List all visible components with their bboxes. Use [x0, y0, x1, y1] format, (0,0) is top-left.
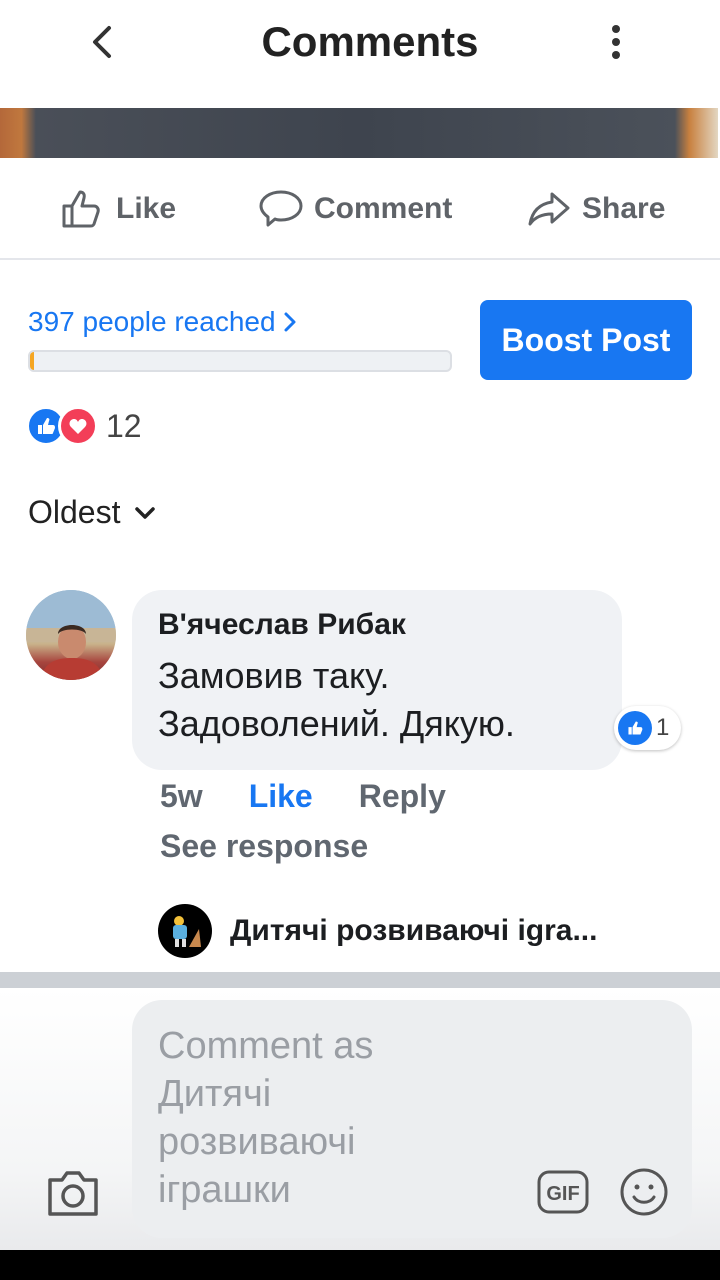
comment-reply-button[interactable]: Reply	[359, 778, 446, 815]
people-reached-text: 397 people reached	[28, 306, 276, 337]
post-image[interactable]	[0, 108, 718, 158]
gif-button[interactable]: GIF	[536, 1168, 590, 1216]
thumbs-up-icon	[62, 190, 100, 228]
comment-input-placeholder: Comment as Дитячі розвиваючі іграшки	[158, 1025, 374, 1211]
comment-reaction-badge[interactable]: 1	[614, 706, 682, 750]
more-options-button[interactable]	[596, 20, 636, 64]
page-avatar	[158, 904, 212, 958]
comment-author[interactable]: В'ячеслав Рибак	[158, 608, 596, 642]
boost-post-button[interactable]: Boost Post	[480, 300, 692, 380]
commenter-avatar[interactable]	[26, 590, 116, 680]
like-button[interactable]: Like	[60, 186, 176, 232]
comment-reaction-count: 1	[656, 714, 670, 741]
comment-input[interactable]: Comment as Дитячі розвиваючі іграшки	[132, 1000, 692, 1238]
comment-sort-dropdown[interactable]: Oldest	[28, 494, 156, 531]
chevron-down-icon	[135, 506, 156, 519]
chevron-right-icon	[284, 312, 296, 332]
share-label: Share	[582, 192, 666, 225]
reach-progress-fill	[30, 352, 35, 370]
smiley-icon	[620, 1168, 668, 1216]
reach-progress-bar	[28, 350, 452, 372]
sort-selected-label: Oldest	[28, 494, 121, 530]
comment-like-button[interactable]: Like	[249, 778, 313, 815]
more-vertical-icon	[612, 25, 620, 59]
comment-label: Comment	[314, 192, 453, 225]
post-action-bar: Like Comment Share	[0, 158, 720, 260]
comment-meta: 5w Like Reply	[160, 778, 446, 815]
reply-preview[interactable]: Дитячі розвиваючі igra...	[158, 904, 597, 958]
gif-icon: GIF	[537, 1170, 589, 1214]
like-reaction-icon	[618, 711, 652, 745]
comment-time: 5w	[160, 778, 203, 814]
reply-preview-name: Дитячі розвиваючі igra...	[230, 914, 598, 947]
reaction-summary[interactable]: 12	[26, 404, 142, 448]
see-response-link[interactable]: See response	[160, 828, 368, 865]
comment-text: Замовив таку. Задоволений. Дякую.	[158, 655, 515, 744]
section-divider	[0, 972, 720, 988]
emoji-button[interactable]	[618, 1166, 670, 1218]
comment-button[interactable]: Comment	[258, 186, 452, 232]
love-reaction-icon	[58, 406, 98, 446]
gif-label: GIF	[546, 1183, 579, 1205]
reaction-count: 12	[106, 407, 142, 444]
system-navigation-bar	[0, 1250, 720, 1280]
header: Comments	[0, 0, 720, 100]
share-button[interactable]: Share	[526, 186, 665, 232]
like-label: Like	[116, 192, 177, 225]
people-reached-link[interactable]: 397 people reached	[28, 306, 298, 338]
toy-logo-icon	[173, 916, 201, 947]
share-arrow-icon	[528, 192, 570, 226]
camera-button[interactable]	[44, 1166, 102, 1220]
comment-bubble[interactable]: В'ячеслав Рибак Замовив таку. Задоволени…	[132, 590, 622, 770]
avatar-photo	[26, 590, 116, 680]
camera-icon	[48, 1171, 98, 1216]
comment-bubble-icon	[259, 190, 303, 227]
